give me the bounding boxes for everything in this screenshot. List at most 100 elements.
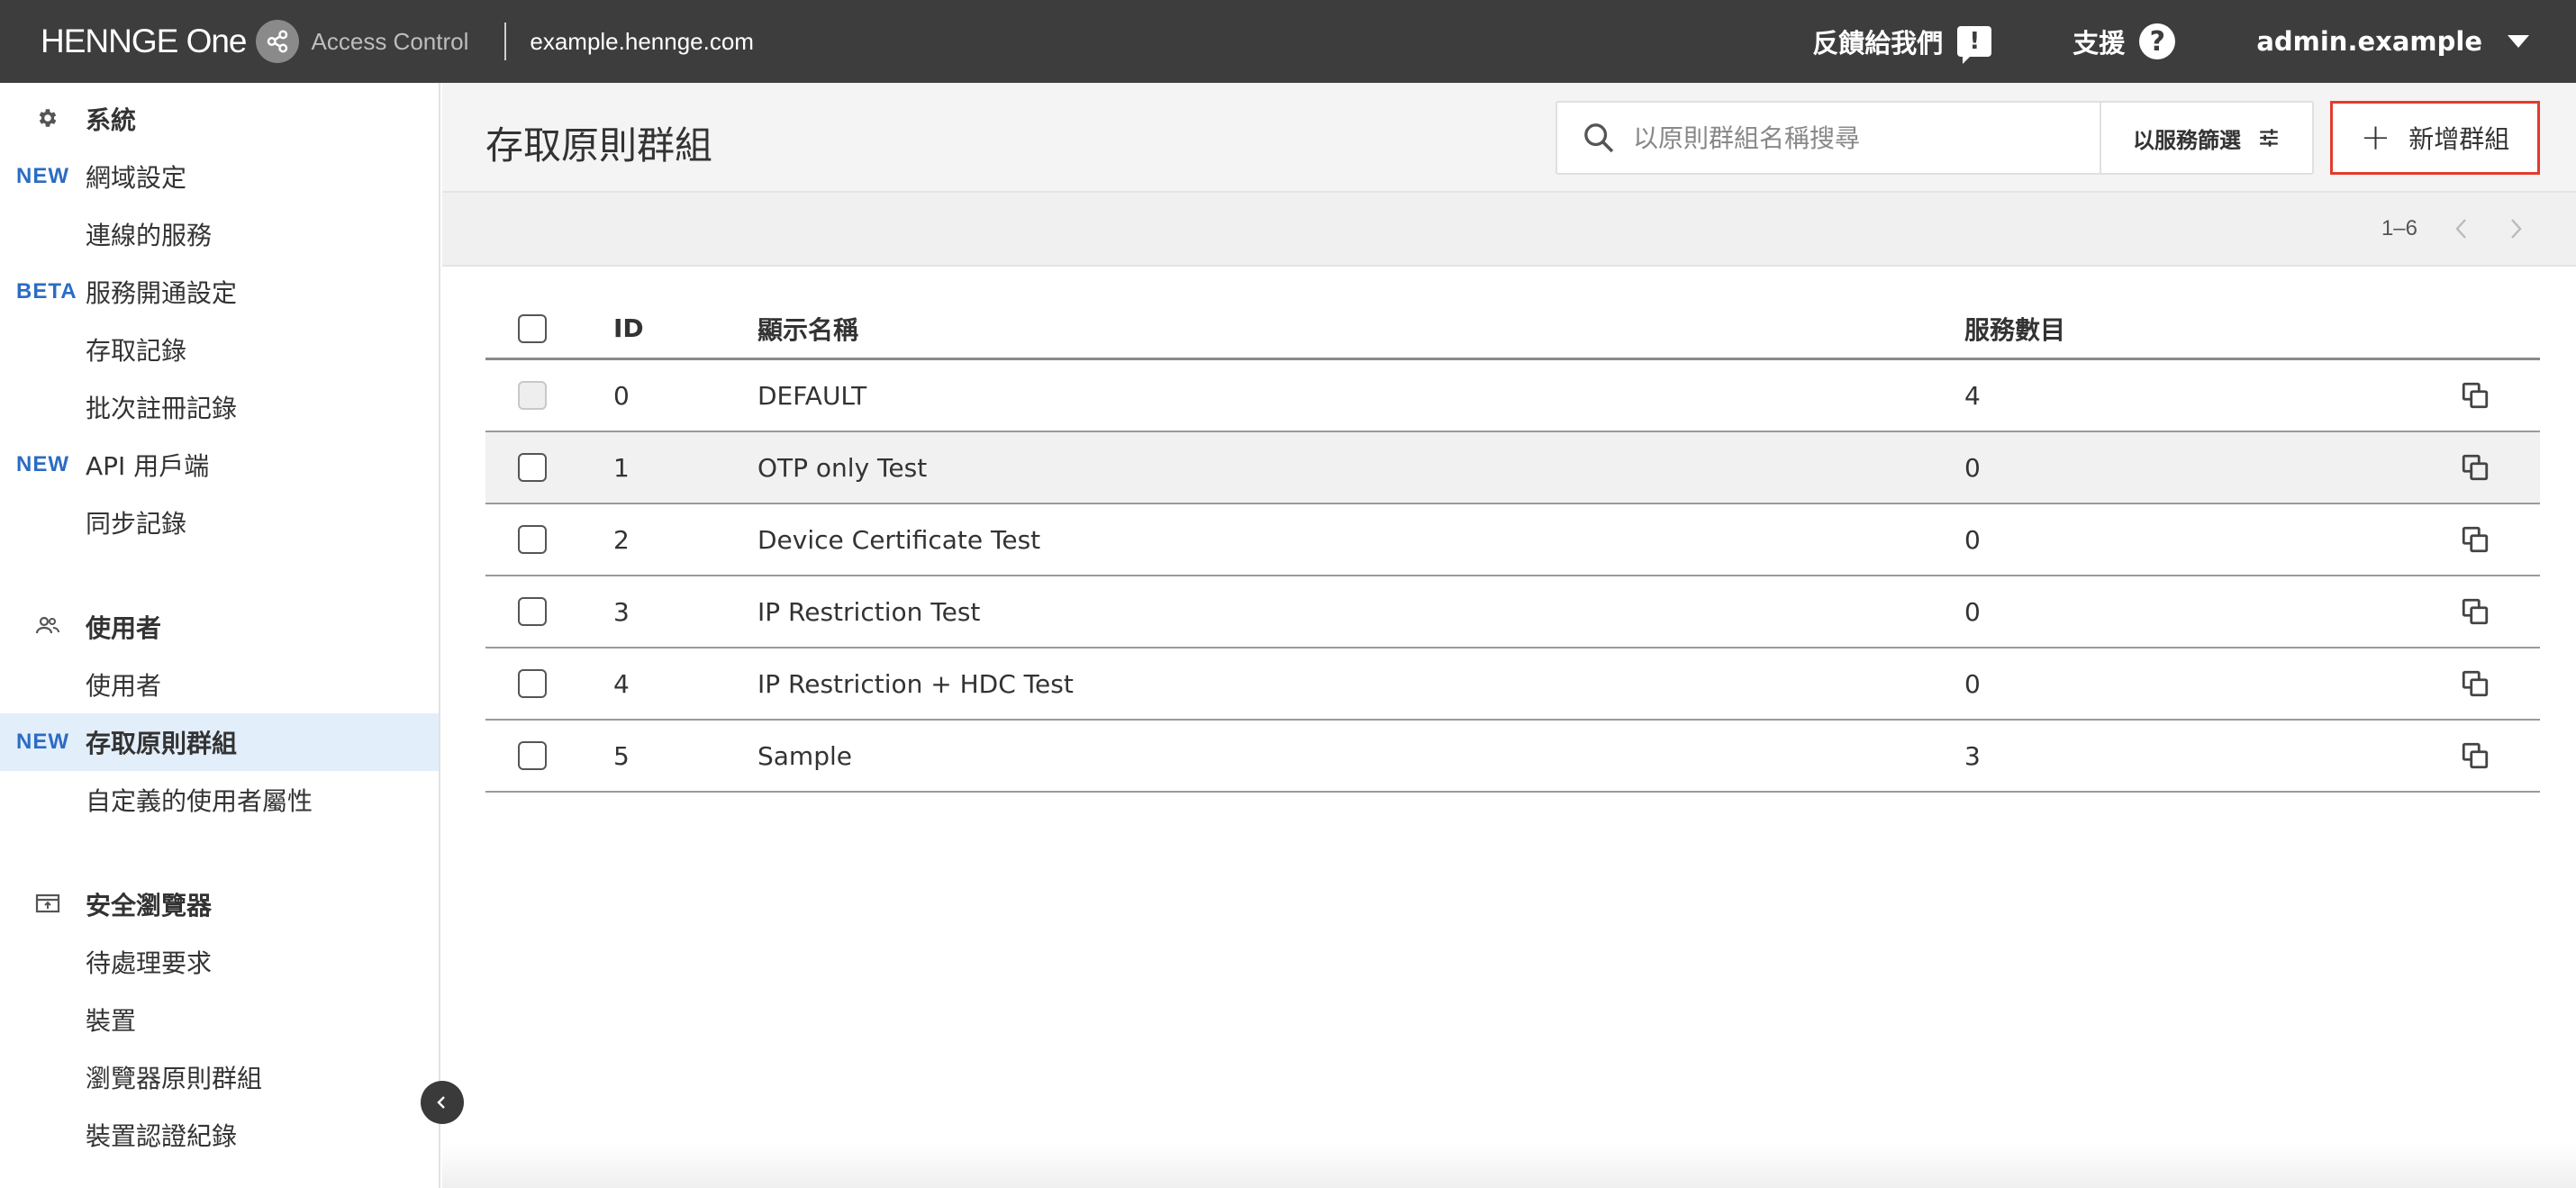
share-logo-icon [255, 20, 299, 63]
sidebar-item-provisioning[interactable]: BETA 服務開通設定 [0, 263, 439, 321]
tenant-domain: example.hennge.com [530, 27, 754, 55]
table-row[interactable]: 1 OTP only Test 0 [485, 432, 2540, 504]
sidebar-item-label: 存取原則群組 [86, 729, 238, 758]
table-row[interactable]: 2 Device Certificate Test 0 [485, 504, 2540, 576]
row-name: DEFAULT [757, 380, 867, 411]
copy-icon [2462, 670, 2489, 697]
support-button[interactable]: 支援 ? [2073, 23, 2176, 60]
filter-label: 以服務篩選 [2133, 127, 2241, 153]
previous-page-button[interactable] [2448, 213, 2475, 245]
table-row[interactable]: 4 IP Restriction + HDC Test 0 [485, 648, 2540, 721]
sidebar-item-domain-settings[interactable]: NEW 網域設定 [0, 148, 439, 205]
new-badge: NEW [16, 730, 69, 754]
row-name: IP Restriction + HDC Test [757, 668, 1074, 699]
copy-group-button[interactable] [2460, 648, 2490, 719]
tune-icon [2260, 129, 2278, 147]
table-row[interactable]: 0 DEFAULT 4 [485, 360, 2540, 432]
sidebar-item-browser-policy-groups[interactable]: 瀏覽器原則群組 [0, 1048, 439, 1106]
account-label: admin.example [2256, 26, 2482, 57]
brand-divider [504, 23, 507, 60]
copy-group-button[interactable] [2460, 576, 2490, 647]
sidebar-section-system: 系統 [0, 90, 439, 148]
copy-icon [2462, 598, 2489, 625]
sidebar-item-label: 自定義的使用者屬性 [86, 786, 313, 816]
sidebar-section-label: 使用者 [86, 613, 162, 643]
row-service-count: 0 [1964, 524, 1981, 555]
page-title: 存取原則群組 [485, 123, 713, 168]
select-all-checkbox[interactable] [518, 313, 547, 343]
table-row[interactable]: 5 Sample 3 [485, 721, 2540, 793]
row-checkbox[interactable] [518, 669, 547, 698]
chevron-right-icon [2511, 219, 2522, 239]
sidebar-item-connected-services[interactable]: 連線的服務 [0, 205, 439, 263]
row-checkbox[interactable] [518, 741, 547, 770]
pagination-range: 1–6 [2381, 216, 2417, 240]
sidebar-item-label: 使用者 [86, 671, 162, 701]
brand[interactable]: HENNGE One Access Control [41, 0, 468, 83]
row-id: 3 [613, 596, 630, 627]
copy-group-button[interactable] [2460, 360, 2490, 431]
sidebar-item-custom-attributes[interactable]: 自定義的使用者屬性 [0, 771, 439, 829]
row-id: 2 [613, 524, 630, 555]
feedback-label: 反饋給我們 [1812, 28, 1944, 59]
copy-group-button[interactable] [2460, 721, 2490, 791]
row-id: 4 [613, 668, 630, 699]
row-service-count: 0 [1964, 452, 1981, 483]
sidebar-item-label: 存取記錄 [86, 336, 187, 366]
sidebar-item-users[interactable]: 使用者 [0, 656, 439, 713]
search-icon [1584, 123, 1614, 153]
column-header-service-count[interactable]: 服務數目 [1964, 299, 2065, 358]
sidebar-item-batch-logs[interactable]: 批次註冊記錄 [0, 378, 439, 436]
row-id: 0 [613, 380, 630, 411]
row-checkbox[interactable] [518, 453, 547, 482]
brand-name: HENNGE One [41, 23, 248, 59]
sidebar-item-access-policy-groups[interactable]: NEW 存取原則群組 [0, 713, 439, 771]
sidebar-item-device-auth-logs[interactable]: 裝置認證紀錄 [0, 1106, 439, 1164]
sidebar-item-label: 瀏覽器原則群組 [86, 1064, 263, 1093]
gear-icon [34, 104, 61, 131]
row-name: Device Certificate Test [757, 524, 1041, 555]
collapse-sidebar-button[interactable] [421, 1081, 464, 1124]
sidebar-section-users: 使用者 [0, 598, 439, 656]
row-id: 1 [613, 452, 630, 483]
sidebar-item-label: API 用戶端 [86, 451, 210, 481]
filter-by-service-button[interactable]: 以服務篩選 [2100, 103, 2312, 173]
policy-groups-table: ID 顯示名稱 服務數目 0 DEFAULT 4 1 OTP only Test… [485, 299, 2540, 793]
sidebar-item-label: 裝置 [86, 1006, 137, 1036]
copy-group-button[interactable] [2460, 432, 2490, 503]
row-service-count: 3 [1964, 740, 1981, 771]
copy-group-button[interactable] [2460, 504, 2490, 575]
row-checkbox[interactable] [518, 525, 547, 554]
sidebar-item-sync-logs[interactable]: 同步記錄 [0, 494, 439, 551]
product-name: Access Control [311, 27, 469, 55]
sidebar-item-pending-requests[interactable]: 待處理要求 [0, 933, 439, 991]
next-page-button[interactable] [2502, 213, 2529, 245]
account-menu[interactable]: admin.example [2256, 26, 2529, 57]
table-row[interactable]: 3 IP Restriction Test 0 [485, 576, 2540, 648]
sidebar-section-label: 系統 [86, 105, 137, 135]
feedback-button[interactable]: 反饋給我們 ! [1812, 23, 1992, 64]
row-name: Sample [757, 740, 852, 771]
support-label: 支援 [2073, 28, 2126, 59]
row-checkbox [518, 381, 547, 410]
column-header-id[interactable]: ID [613, 299, 644, 358]
row-name: IP Restriction Test [757, 596, 981, 627]
copy-icon [2462, 526, 2489, 553]
copy-icon [2462, 742, 2489, 769]
chevron-left-icon [437, 1096, 445, 1109]
column-header-name[interactable]: 顯示名稱 [757, 299, 858, 358]
row-name: OTP only Test [757, 452, 928, 483]
beta-badge: BETA [16, 279, 77, 304]
search-input[interactable] [1633, 122, 2083, 153]
sidebar-item-access-logs[interactable]: 存取記錄 [0, 321, 439, 378]
row-checkbox[interactable] [518, 597, 547, 626]
sidebar-section-label: 安全瀏覽器 [86, 891, 213, 920]
chevron-down-icon [2508, 35, 2529, 48]
search-box: 以服務篩選 [1556, 101, 2314, 175]
add-group-button[interactable]: + 新增群組 [2330, 101, 2540, 175]
sidebar-item-label: 裝置認證紀錄 [86, 1121, 238, 1151]
new-badge: NEW [16, 452, 69, 476]
sidebar-item-api-clients[interactable]: NEW API 用戶端 [0, 436, 439, 494]
sidebar-item-devices[interactable]: 裝置 [0, 991, 439, 1048]
top-bar: HENNGE One Access Control example.hennge… [0, 0, 2576, 83]
